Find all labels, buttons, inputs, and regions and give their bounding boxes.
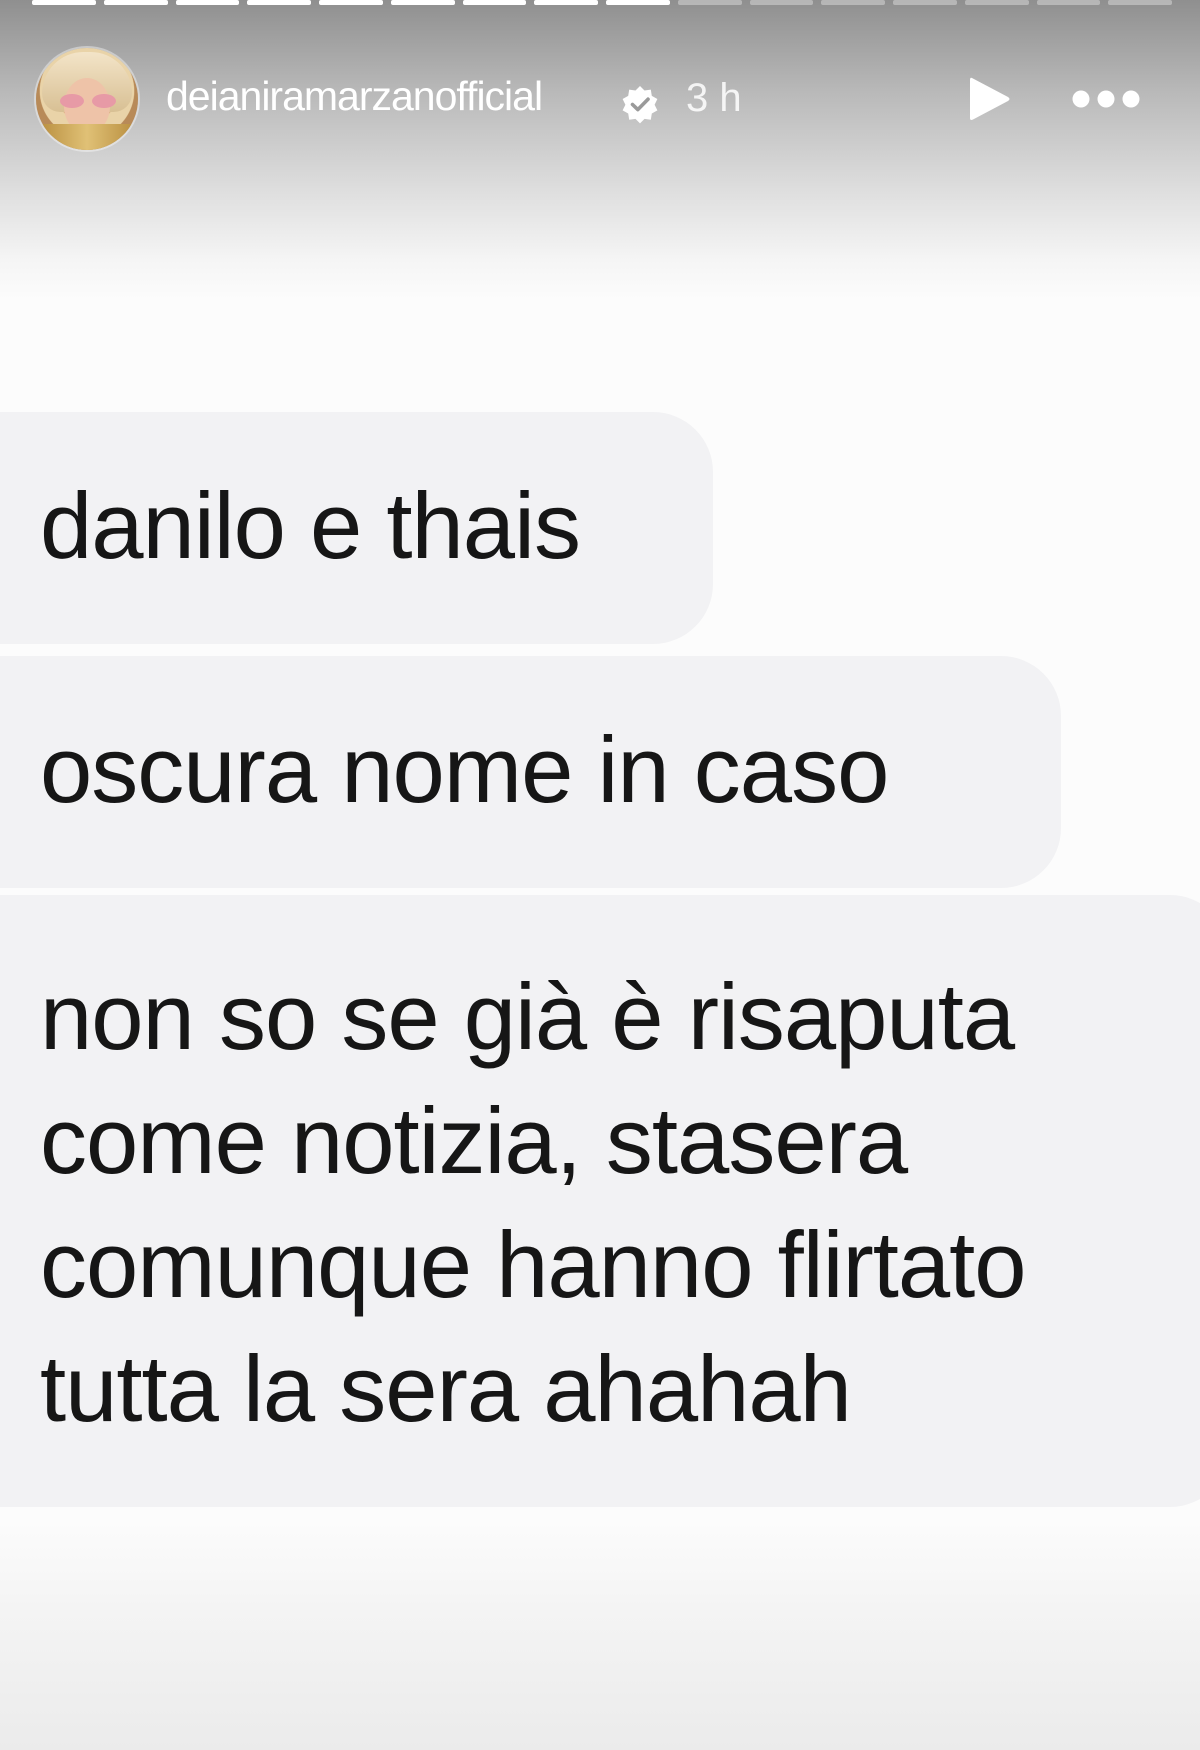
play-icon[interactable] — [966, 74, 1012, 124]
bottom-gradient-overlay — [0, 1520, 1200, 1750]
username[interactable]: deianiramarzanofficial — [166, 76, 543, 117]
message-bubble: oscura nome in caso — [0, 656, 1061, 888]
progress-segment — [964, 0, 1029, 5]
progress-segment — [606, 0, 670, 5]
progress-segment — [1036, 0, 1101, 5]
progress-segment — [821, 0, 885, 5]
avatar-glasses — [60, 94, 116, 108]
progress-segment — [534, 0, 598, 5]
progress-segment — [247, 0, 311, 5]
progress-segment — [1108, 0, 1172, 5]
avatar[interactable] — [36, 48, 138, 150]
story-header: deianiramarzanofficial 3 h — [0, 40, 1200, 160]
more-dots-icon[interactable] — [1070, 88, 1142, 110]
progress-segment — [103, 0, 168, 5]
progress-segment — [677, 0, 742, 5]
story-timestamp: 3 h — [686, 76, 742, 120]
message-text: danilo e thais — [40, 473, 581, 578]
verified-badge-icon — [622, 86, 658, 124]
message-text: non so se già è risaputa come notizia, s… — [40, 964, 1027, 1441]
progress-segment — [893, 0, 957, 5]
story-progress-bar — [32, 0, 1172, 6]
progress-segment — [319, 0, 383, 5]
message-text: oscura nome in caso — [40, 717, 889, 822]
message-bubble: danilo e thais — [0, 412, 713, 644]
progress-segment — [390, 0, 455, 5]
avatar-jacket — [36, 124, 138, 150]
progress-segment — [32, 0, 96, 5]
message-bubble: non so se già è risaputa come notizia, s… — [0, 895, 1200, 1507]
progress-segment — [749, 0, 814, 5]
progress-segment — [462, 0, 527, 5]
progress-segment — [175, 0, 240, 5]
